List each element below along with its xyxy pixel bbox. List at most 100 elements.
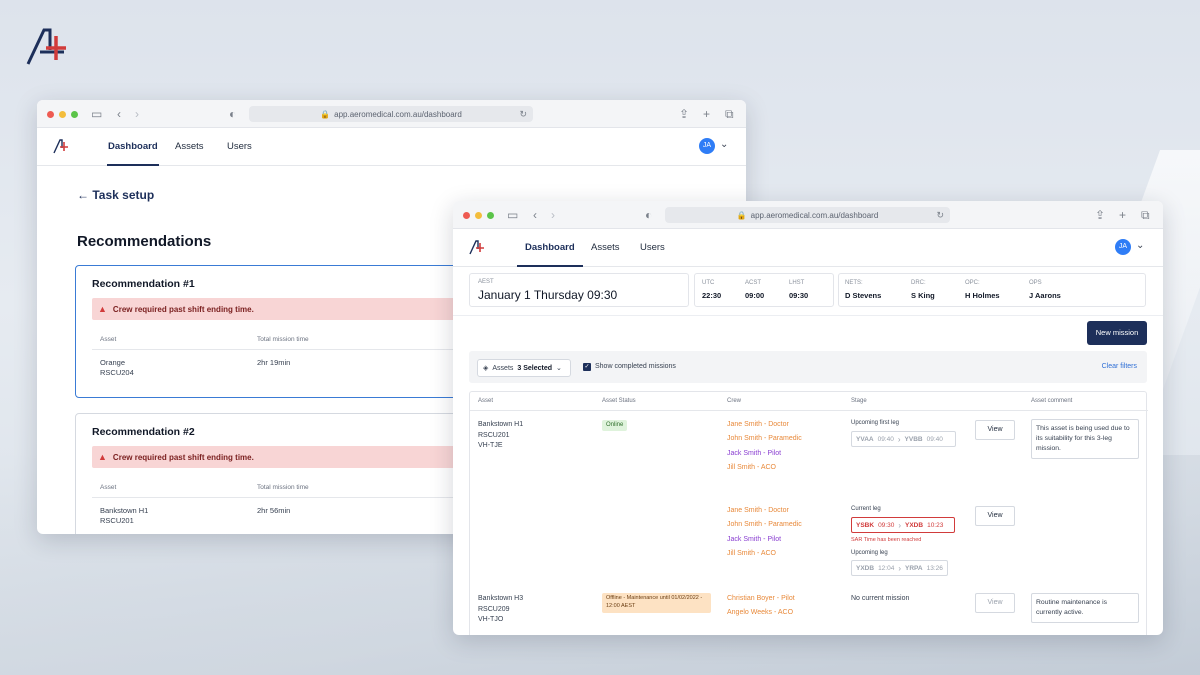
crew-member[interactable]: Jane Smith - Doctor bbox=[727, 504, 802, 518]
assets-filter-dropdown[interactable]: ◈ Assets 3 Selected ⌄ bbox=[477, 359, 571, 377]
tab-dashboard[interactable]: Dashboard bbox=[517, 229, 583, 267]
role-value: H Holmes bbox=[965, 291, 1000, 300]
role-label: NETS: bbox=[845, 280, 863, 286]
crew-member[interactable]: Jack Smith - Pilot bbox=[727, 447, 802, 461]
asset-comment[interactable]: This asset is being used due to its suit… bbox=[1031, 419, 1139, 459]
tab-dashboard[interactable]: Dashboard bbox=[107, 128, 159, 166]
minimize-window-button[interactable] bbox=[59, 111, 66, 118]
new-mission-button[interactable]: New mission bbox=[1087, 321, 1147, 345]
user-avatar[interactable]: JA bbox=[1115, 239, 1131, 255]
url-text: app.aeromedical.com.au/dashboard bbox=[750, 210, 879, 220]
tab-users[interactable]: Users bbox=[640, 229, 665, 267]
sidebar-toggle-icon[interactable]: ▭ bbox=[91, 106, 102, 122]
crew-member[interactable]: Jack Smith - Pilot bbox=[727, 533, 802, 547]
asset-name: Bankstown H1 bbox=[100, 506, 149, 515]
view-button[interactable]: View bbox=[975, 593, 1015, 613]
role-value: J Aarons bbox=[1029, 291, 1061, 300]
forward-arrow-icon[interactable]: › bbox=[551, 207, 555, 223]
divider bbox=[92, 497, 512, 498]
tab-assets[interactable]: Assets bbox=[591, 229, 620, 267]
asset-code: RSCU201 bbox=[100, 516, 134, 525]
crew-list: Jane Smith - Doctor John Smith - Paramed… bbox=[727, 504, 802, 561]
flight-leg: YXDB 12:04 › YRPA 13:26 bbox=[851, 560, 948, 576]
divider bbox=[92, 349, 512, 350]
minimize-window-button[interactable] bbox=[475, 212, 482, 219]
share-icon[interactable]: ⇪ bbox=[1095, 207, 1105, 223]
timezone-clocks: UTC 22:30 ACST 09:00 LHST 09:30 bbox=[694, 273, 834, 307]
reload-icon[interactable]: ↻ bbox=[519, 109, 527, 120]
view-button[interactable]: View bbox=[975, 420, 1015, 440]
chevron-right-icon: › bbox=[897, 434, 901, 444]
column-header-time: Total mission time bbox=[257, 336, 309, 343]
clock-label: AEST bbox=[478, 279, 494, 285]
asset-comment[interactable]: Routine maintenance is currently active. bbox=[1031, 593, 1139, 623]
chevron-right-icon: › bbox=[898, 520, 902, 530]
crew-member[interactable]: John Smith - Paramedic bbox=[727, 432, 802, 446]
role-value: S King bbox=[911, 291, 935, 300]
aeromedical-logo-icon bbox=[26, 28, 66, 65]
clear-filters-link[interactable]: Clear filters bbox=[1102, 363, 1137, 370]
crew-member[interactable]: Jane Smith - Doctor bbox=[727, 418, 802, 432]
duty-roster: NETS: D Stevens DRC: S King OPC: H Holme… bbox=[838, 273, 1146, 307]
chevron-right-icon: › bbox=[898, 563, 902, 573]
timezone-label: LHST bbox=[789, 280, 805, 286]
stage-label: Current leg bbox=[851, 506, 881, 512]
shield-icon[interactable]: ◐ bbox=[229, 106, 236, 122]
url-bar[interactable]: 🔒 app.aeromedical.com.au/dashboard ↻ bbox=[665, 207, 950, 223]
tab-assets[interactable]: Assets bbox=[175, 128, 204, 166]
column-header-asset: Asset bbox=[100, 484, 117, 491]
user-avatar[interactable]: JA bbox=[699, 138, 715, 154]
role-label: OPC: bbox=[965, 280, 980, 286]
show-completed-label: Show completed missions bbox=[595, 363, 676, 370]
lock-icon: 🔒 bbox=[320, 109, 331, 119]
sidebar-toggle-icon[interactable]: ▭ bbox=[507, 207, 518, 223]
stage-text: No current mission bbox=[851, 595, 910, 602]
tab-users[interactable]: Users bbox=[227, 128, 252, 166]
shield-icon[interactable]: ◐ bbox=[645, 207, 652, 223]
timezone-label: UTC bbox=[702, 280, 715, 286]
role-value: D Stevens bbox=[845, 291, 882, 300]
reload-icon[interactable]: ↻ bbox=[936, 210, 944, 221]
crew-member[interactable]: Jill Smith - ACO bbox=[727, 547, 802, 561]
close-window-button[interactable] bbox=[47, 111, 54, 118]
back-link[interactable]: ← Task setup bbox=[77, 188, 154, 202]
app-logo-icon[interactable] bbox=[469, 240, 485, 255]
url-bar[interactable]: 🔒 app.aeromedical.com.au/dashboard ↻ bbox=[249, 106, 533, 122]
role-label: OPS bbox=[1029, 280, 1042, 286]
asset-cell: Bankstown H3 RSCU209 VH-TJO bbox=[478, 595, 524, 623]
crew-member[interactable]: Christian Boyer - Pilot bbox=[727, 592, 795, 606]
timezone-value: 09:00 bbox=[745, 291, 765, 300]
new-tab-icon[interactable]: + bbox=[703, 106, 710, 122]
maximize-window-button[interactable] bbox=[71, 111, 78, 118]
back-arrow-icon[interactable]: ‹ bbox=[533, 207, 537, 223]
chevron-down-icon[interactable]: ⌄ bbox=[1136, 240, 1144, 251]
new-tab-icon[interactable]: + bbox=[1119, 207, 1126, 223]
crew-list: Jane Smith - Doctor John Smith - Paramed… bbox=[727, 418, 802, 475]
forward-arrow-icon[interactable]: › bbox=[135, 106, 139, 122]
show-completed-checkbox[interactable]: ✓ bbox=[583, 363, 591, 371]
tabs-overview-icon[interactable]: ⧉ bbox=[1141, 207, 1150, 223]
warning-icon: ▲ bbox=[98, 452, 107, 462]
app-navbar: Dashboard Assets Users JA ⌄ bbox=[453, 229, 1163, 267]
column-header-time: Total mission time bbox=[257, 484, 309, 491]
main-clock: AEST January 1 Thursday 09:30 bbox=[469, 273, 689, 307]
filter-bar: ◈ Assets 3 Selected ⌄ ✓ Show completed m… bbox=[469, 351, 1147, 383]
share-icon[interactable]: ⇪ bbox=[679, 106, 689, 122]
view-button[interactable]: View bbox=[975, 506, 1015, 526]
status-badge: Offline - Maintenance until 01/02/2022 -… bbox=[602, 593, 711, 613]
app-logo-icon[interactable] bbox=[53, 139, 69, 154]
column-header: Asset bbox=[478, 398, 494, 404]
maximize-window-button[interactable] bbox=[487, 212, 494, 219]
status-badge: Online bbox=[602, 420, 628, 431]
chevron-down-icon: ⌄ bbox=[556, 365, 562, 372]
crew-member[interactable]: John Smith - Paramedic bbox=[727, 518, 802, 532]
crew-member[interactable]: Jill Smith - ACO bbox=[727, 461, 802, 475]
crew-list: Christian Boyer - Pilot Angelo Weeks - A… bbox=[727, 592, 795, 621]
chevron-down-icon[interactable]: ⌄ bbox=[720, 139, 728, 150]
alert-banner: ▲ Crew required past shift ending time. bbox=[92, 298, 492, 320]
close-window-button[interactable] bbox=[463, 212, 470, 219]
column-header: Crew bbox=[727, 398, 742, 404]
tabs-overview-icon[interactable]: ⧉ bbox=[725, 106, 734, 122]
crew-member[interactable]: Angelo Weeks - ACO bbox=[727, 606, 795, 620]
back-arrow-icon[interactable]: ‹ bbox=[117, 106, 121, 122]
